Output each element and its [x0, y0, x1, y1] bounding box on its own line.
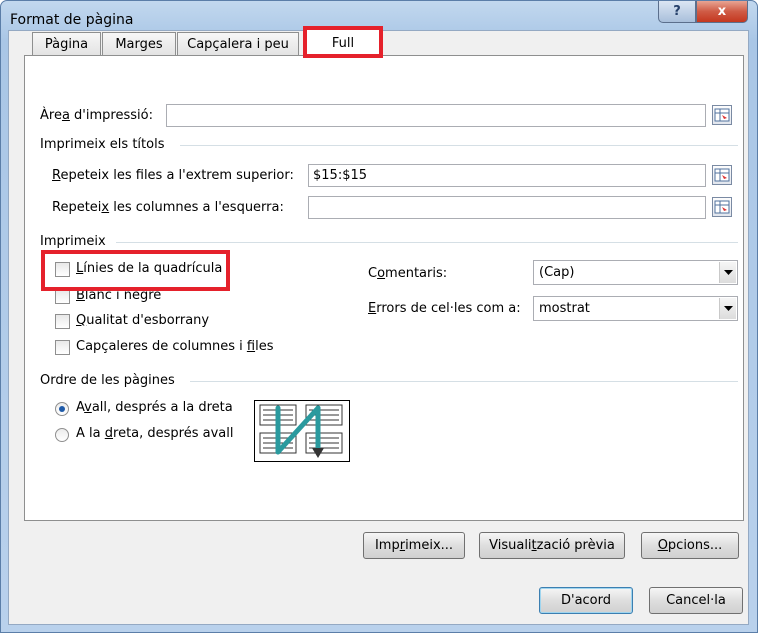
tab-label: Marges: [115, 36, 163, 52]
errors-value: mostrat: [539, 301, 590, 316]
comments-select[interactable]: (Cap): [533, 260, 738, 285]
tab-label: Capçalera i peu: [187, 36, 289, 52]
columns-to-repeat-label: Repeteix les columnes a l'esquerra:: [52, 200, 284, 215]
errors-label: Errors de cel·les com a:: [368, 301, 521, 316]
black-white-checkbox[interactable]: [55, 289, 70, 304]
down-then-over-radio[interactable]: [55, 402, 69, 416]
print-area-label: Àrea d'impressió:: [40, 108, 153, 123]
tab-page[interactable]: Pàgina: [32, 32, 101, 55]
print-preview-button[interactable]: Visuali t zació prèvia: [479, 532, 625, 559]
comments-value: (Cap): [539, 265, 575, 280]
range-select-icon: [714, 200, 730, 214]
page-order-heading: Ordre de les pàgines: [40, 373, 175, 388]
draft-quality-checkbox[interactable]: [55, 314, 70, 329]
page-order-preview-icon: [254, 400, 350, 462]
close-button[interactable]: x: [696, 1, 748, 23]
rows-to-repeat-label: Repeteix les files a l'extrem superior:: [52, 168, 294, 183]
columns-collapse-button[interactable]: [712, 197, 732, 217]
help-button[interactable]: ?: [658, 1, 696, 23]
ok-button[interactable]: D'acord: [539, 587, 633, 614]
print-area-collapse-button[interactable]: [712, 105, 732, 125]
range-select-icon: [714, 168, 730, 182]
options-button[interactable]: Opcions...: [641, 532, 739, 559]
chevron-down-icon[interactable]: [719, 298, 736, 319]
print-heading: Imprimeix: [40, 234, 106, 249]
row-col-headings-label: Capçaleres de columnes i files: [76, 339, 274, 354]
over-then-down-label: A la dreta, després avall: [76, 426, 234, 441]
print-area-input[interactable]: [166, 104, 706, 127]
section-divider: [180, 145, 738, 146]
columns-to-repeat-input[interactable]: [308, 196, 706, 219]
rows-to-repeat-input[interactable]: $15:$15: [308, 164, 706, 187]
errors-select[interactable]: mostrat: [533, 296, 738, 321]
help-icon: ?: [673, 4, 681, 19]
chevron-down-icon[interactable]: [719, 262, 736, 283]
section-divider: [190, 381, 738, 382]
tab-margins[interactable]: Marges: [102, 32, 176, 55]
row-col-headings-checkbox[interactable]: [55, 340, 70, 355]
cancel-button[interactable]: Cancel·la: [649, 587, 743, 614]
print-button[interactable]: Imp r imeix...: [363, 532, 465, 559]
rows-collapse-button[interactable]: [712, 165, 732, 185]
draft-quality-label: Qualitat d'esborrany: [76, 313, 210, 328]
over-then-down-radio[interactable]: [55, 428, 69, 442]
down-then-over-label: Avall, després a la dreta: [76, 400, 233, 415]
comments-label: Comentaris:: [368, 266, 448, 281]
range-select-icon: [714, 108, 730, 122]
print-titles-heading: Imprimeix els títols: [40, 137, 165, 152]
close-icon: x: [717, 4, 727, 19]
tab-label: Pàgina: [44, 36, 89, 52]
tab-header-footer[interactable]: Capçalera i peu: [177, 32, 299, 55]
window-title: Format de pàgina: [10, 12, 134, 28]
gridlines-highlight-box: [41, 250, 230, 291]
tab-highlight-box: [303, 26, 383, 58]
section-divider: [116, 242, 738, 243]
